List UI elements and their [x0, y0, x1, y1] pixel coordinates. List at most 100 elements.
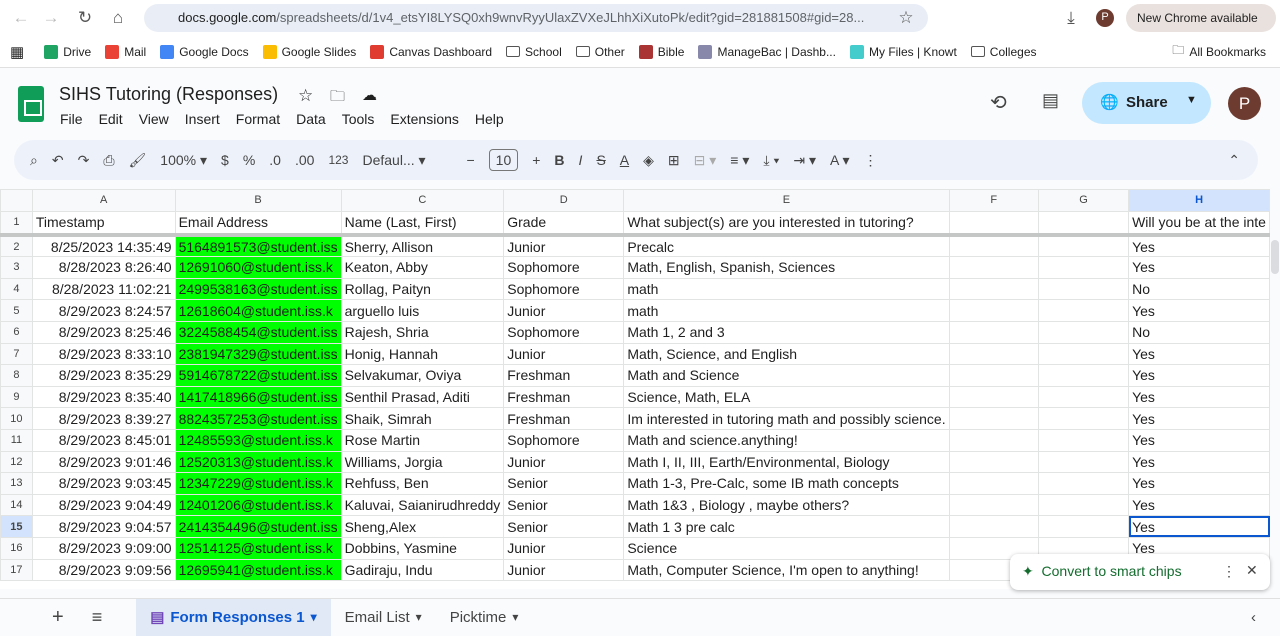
cell-F[interactable] [948, 428, 1039, 452]
cell-H[interactable]: No [1128, 277, 1270, 301]
column-header-B[interactable]: B [174, 189, 342, 212]
cell-D[interactable]: Junior [503, 342, 625, 366]
cell-E[interactable]: Math and Science [623, 364, 950, 387]
decrease-decimal-button[interactable]: .0 [269, 152, 281, 168]
cell-E[interactable]: Math and science.anything! [623, 428, 950, 452]
cell-E[interactable]: Math, Computer Science, I'm open to anyt… [623, 558, 950, 582]
cell-F[interactable] [948, 385, 1039, 409]
font-select[interactable]: Defaul... ▾ [362, 152, 452, 169]
borders-icon[interactable]: ⊞ [668, 152, 680, 169]
add-sheet-icon[interactable]: + [0, 599, 78, 636]
sheet-tab[interactable]: ▤ Form Responses 1 ▾ [136, 598, 331, 636]
cell-E[interactable]: Science [623, 536, 950, 560]
bookmark-item[interactable]: Other [575, 45, 625, 59]
cell-D[interactable]: Sophomore [503, 256, 625, 279]
vertical-scrollbar[interactable] [1271, 240, 1279, 274]
header-cell[interactable] [1037, 210, 1130, 238]
cell-F[interactable] [948, 234, 1039, 258]
cell-H[interactable]: Yes [1128, 364, 1270, 387]
more-formats-button[interactable]: 123 [328, 153, 348, 167]
sheet-tab[interactable]: Picktime ▾ [436, 599, 533, 636]
cell-A[interactable]: 8/29/2023 9:09:00 [31, 536, 176, 560]
column-header-C[interactable]: C [340, 189, 505, 212]
doc-title[interactable]: SIHS Tutoring (Responses) [59, 84, 278, 105]
text-rotation-icon[interactable]: A ▾ [830, 152, 849, 169]
vertical-align-icon[interactable]: ⤓ ▾ [763, 152, 779, 169]
download-icon[interactable]: ⤓ [1060, 8, 1082, 28]
comments-icon[interactable]: ▤ [1042, 90, 1059, 111]
cell-A[interactable]: 8/28/2023 8:26:40 [31, 256, 176, 279]
cell-F[interactable] [948, 472, 1039, 495]
cell-A[interactable]: 8/29/2023 9:01:46 [31, 450, 176, 474]
cell-D[interactable]: Junior [503, 536, 625, 560]
cell-G[interactable] [1037, 428, 1130, 452]
percent-button[interactable]: % [243, 152, 255, 168]
cell-A[interactable]: 8/29/2023 8:39:27 [31, 407, 176, 430]
merge-cells-icon[interactable]: ⊟ ▾ [694, 152, 717, 169]
cell-C[interactable]: Rajesh, Shria [340, 320, 505, 344]
cell-E[interactable]: math [623, 299, 950, 322]
cell-G[interactable] [1037, 515, 1130, 538]
cell-A[interactable]: 8/29/2023 8:33:10 [31, 342, 176, 366]
cell-E[interactable]: Precalc [623, 234, 950, 258]
column-header-D[interactable]: D [503, 189, 625, 212]
column-header-G[interactable]: G [1037, 189, 1130, 212]
all-bookmarks[interactable]: 🗀 All Bookmarks [1172, 41, 1266, 62]
address-bar[interactable]: docs.google.com/spreadsheets/d/1v4_etsYI… [144, 4, 928, 32]
cell-B[interactable]: 12691060@student.iss.k [174, 256, 342, 279]
cell-E[interactable]: Science, Math, ELA [623, 385, 950, 409]
row-number[interactable]: 13 [0, 472, 33, 495]
more-options-icon[interactable]: ⋮ [864, 152, 878, 169]
cell-C[interactable]: Rollag, Paityn [340, 277, 505, 301]
row-number[interactable]: 15 [0, 515, 33, 538]
cell-F[interactable] [948, 299, 1039, 322]
profile-avatar[interactable]: P [1096, 9, 1114, 27]
column-header-F[interactable]: F [948, 189, 1039, 212]
bookmark-item[interactable]: ManageBac | Dashb... [698, 44, 836, 59]
currency-button[interactable]: $ [221, 152, 229, 168]
italic-icon[interactable]: I [579, 152, 583, 168]
cell-B[interactable]: 8824357253@student.iss [174, 407, 342, 430]
align-icon[interactable]: ≡ ▾ [730, 152, 749, 169]
select-all-corner[interactable] [0, 189, 33, 212]
avatar[interactable]: P [1228, 87, 1261, 120]
cell-C[interactable]: Dobbins, Yasmine [340, 536, 505, 560]
bookmark-item[interactable]: Google Slides [262, 44, 356, 59]
row-number[interactable]: 10 [0, 407, 33, 430]
bold-icon[interactable]: B [554, 152, 564, 168]
cell-C[interactable]: Rose Martin [340, 428, 505, 452]
close-icon[interactable]: ✕ [1246, 562, 1258, 579]
cell-E[interactable]: Im interested in tutoring math and possi… [623, 407, 950, 430]
cell-G[interactable] [1037, 407, 1130, 430]
cell-B[interactable]: 2499538163@student.iss [174, 277, 342, 301]
cell-E[interactable]: Math, Science, and English [623, 342, 950, 366]
cell-B[interactable]: 12618604@student.iss.k [174, 299, 342, 322]
spreadsheet-grid[interactable]: A B C D E F G H 1 Timestamp Email Address Name (Las… [0, 189, 1270, 589]
row-number[interactable]: 2 [0, 234, 33, 258]
sheet-tab[interactable]: Email List ▾ [331, 599, 436, 636]
cloud-status-icon[interactable]: ☁ [362, 86, 377, 104]
menu-insert[interactable]: Insert [185, 111, 220, 127]
cell-C[interactable]: Gadiraju, Indu [340, 558, 505, 582]
bookmark-item[interactable]: My Files | Knowt [849, 44, 957, 59]
redo-icon[interactable]: ↷ [78, 152, 90, 169]
cell-A[interactable]: 8/29/2023 8:45:01 [31, 428, 176, 452]
chevron-down-icon[interactable]: ▾ [311, 610, 317, 624]
cell-D[interactable]: Sophomore [503, 277, 625, 301]
menu-view[interactable]: View [139, 111, 169, 127]
cell-C[interactable]: Senthil Prasad, Aditi [340, 385, 505, 409]
collapse-menu-icon[interactable]: ⌃ [1228, 152, 1240, 169]
cell-C[interactable]: Williams, Jorgia [340, 450, 505, 474]
cell-H[interactable]: Yes [1128, 450, 1270, 474]
fill-color-icon[interactable]: ◈ [643, 152, 654, 169]
cell-H[interactable]: Yes [1128, 515, 1270, 538]
bookmark-item[interactable]: Drive [44, 44, 91, 59]
cell-D[interactable]: Senior [503, 515, 625, 538]
header-cell[interactable] [948, 210, 1039, 238]
chevron-down-icon[interactable]: ▼ [1186, 94, 1197, 106]
zoom-select[interactable]: 100% ▾ [160, 152, 207, 169]
menu-data[interactable]: Data [296, 111, 326, 127]
column-header-A[interactable]: A [31, 189, 176, 212]
scroll-tabs-left-icon[interactable]: ‹ [1251, 609, 1256, 626]
cell-H[interactable]: Yes [1128, 493, 1270, 517]
